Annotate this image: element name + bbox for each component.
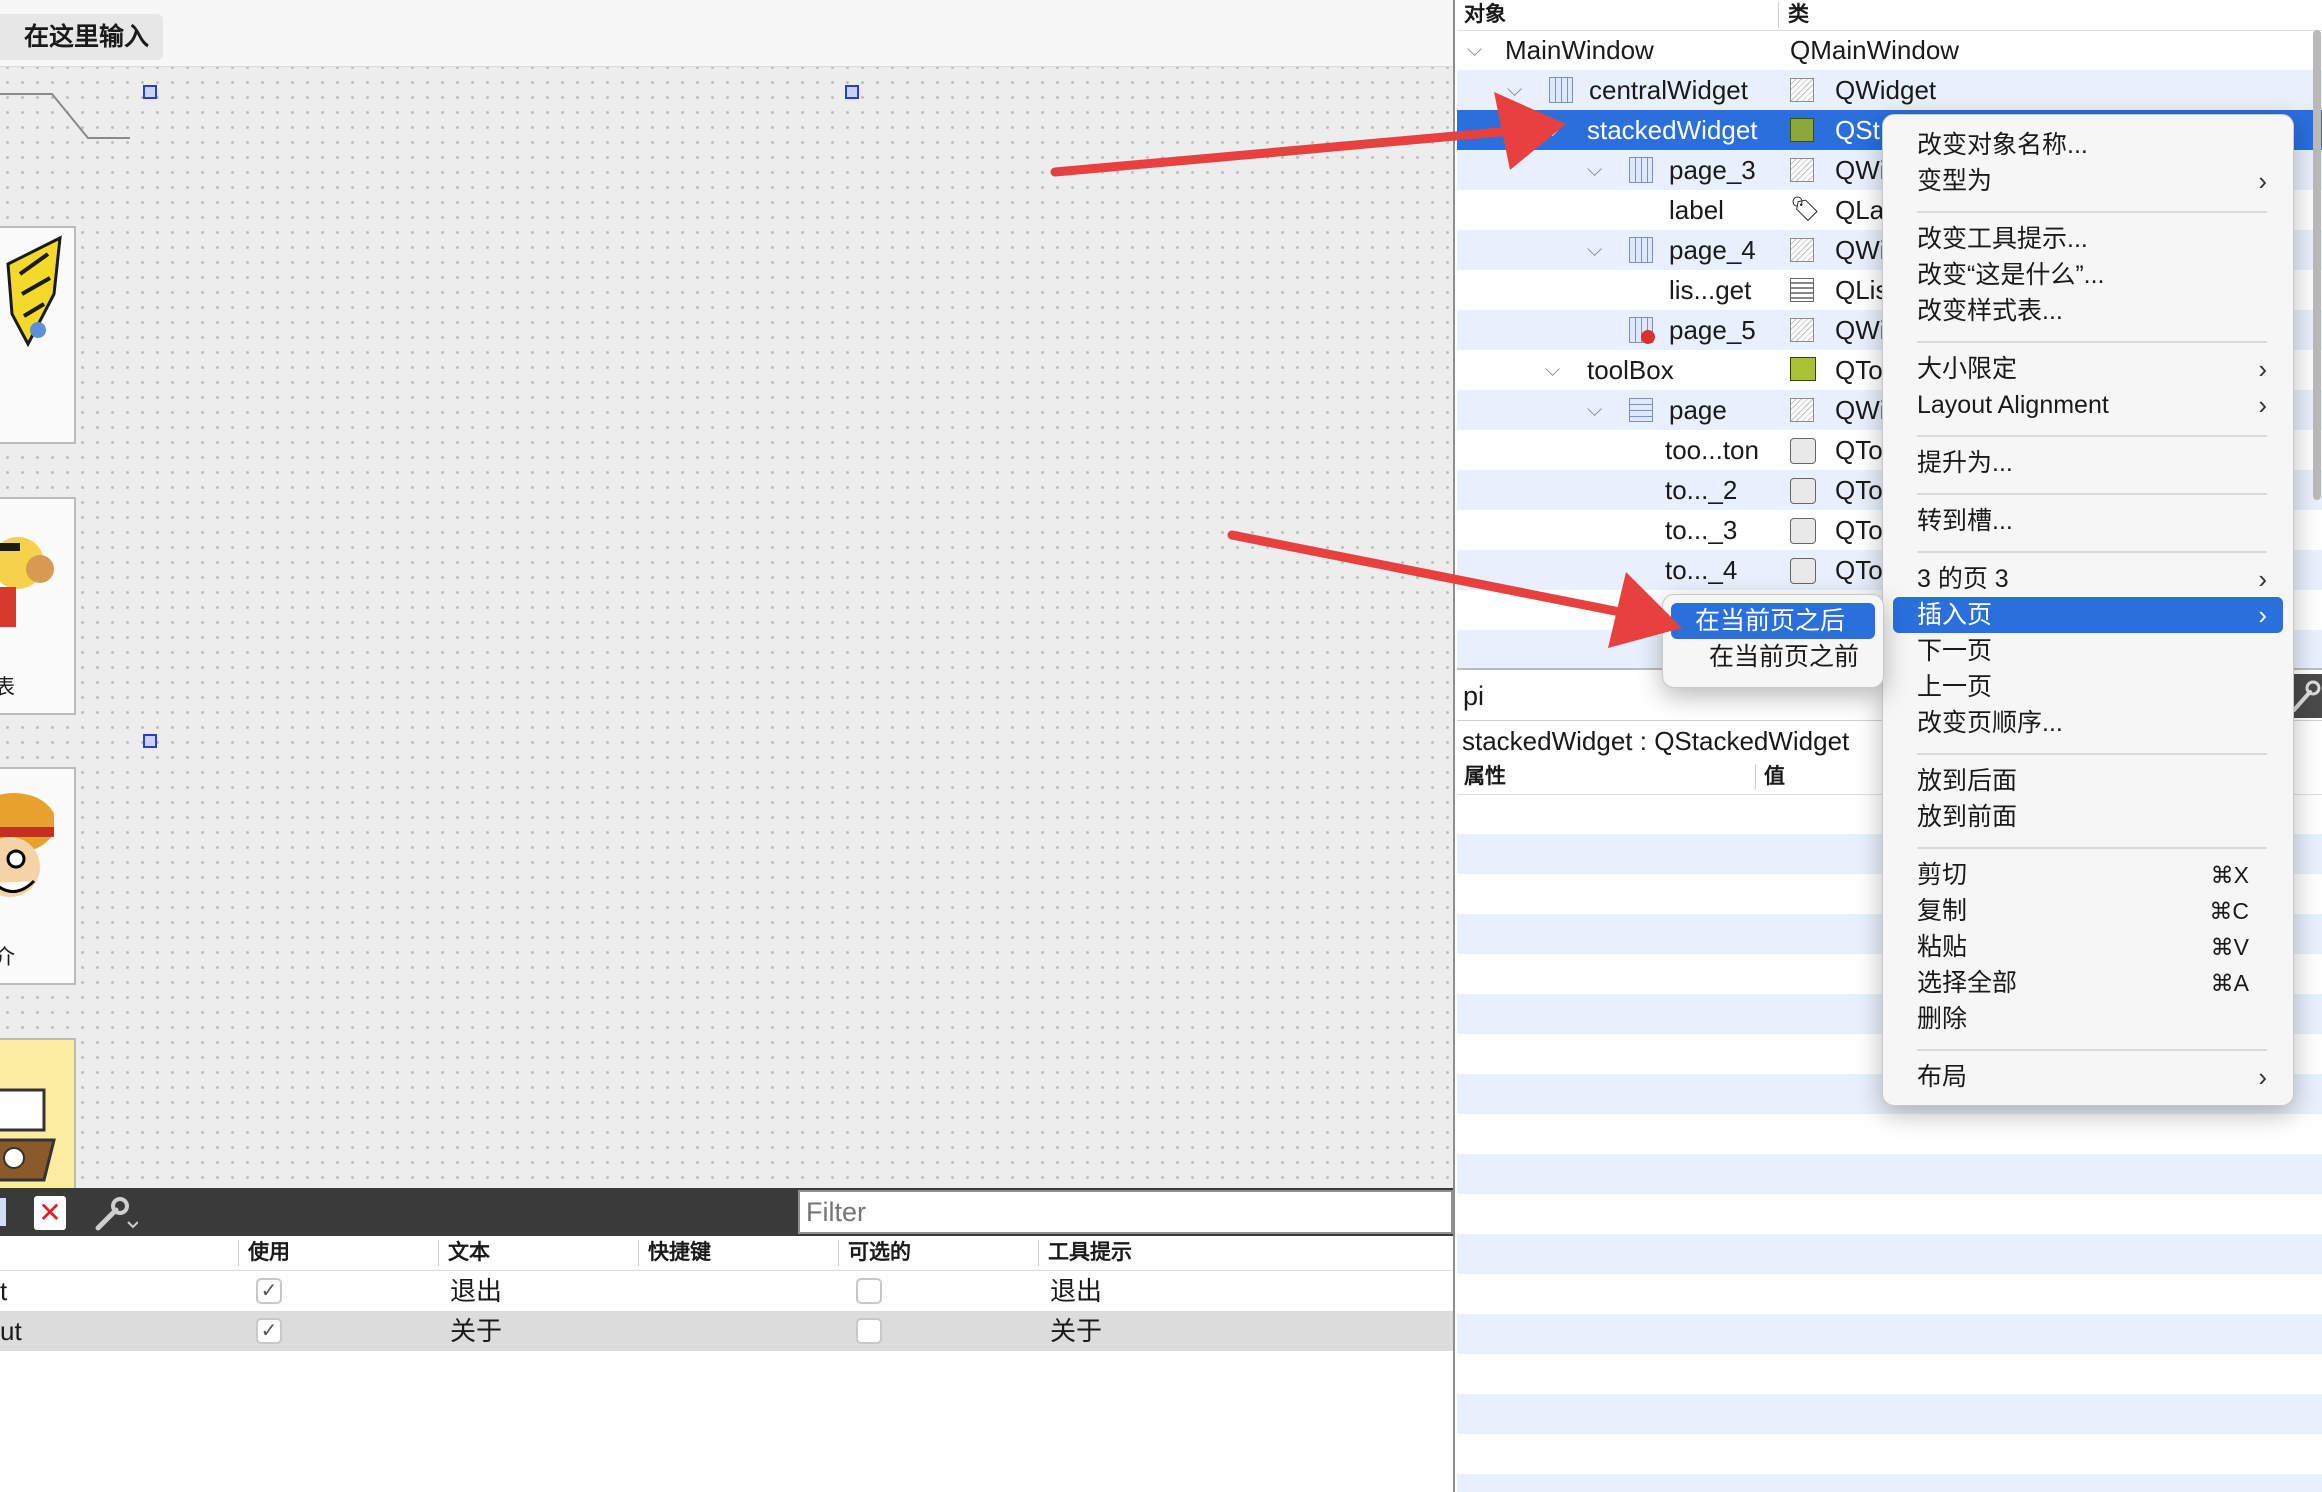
annotation-arrow bbox=[1050, 92, 1566, 177]
annotation-arrow bbox=[1227, 530, 1682, 648]
annotation-arrows bbox=[1050, 92, 1682, 648]
